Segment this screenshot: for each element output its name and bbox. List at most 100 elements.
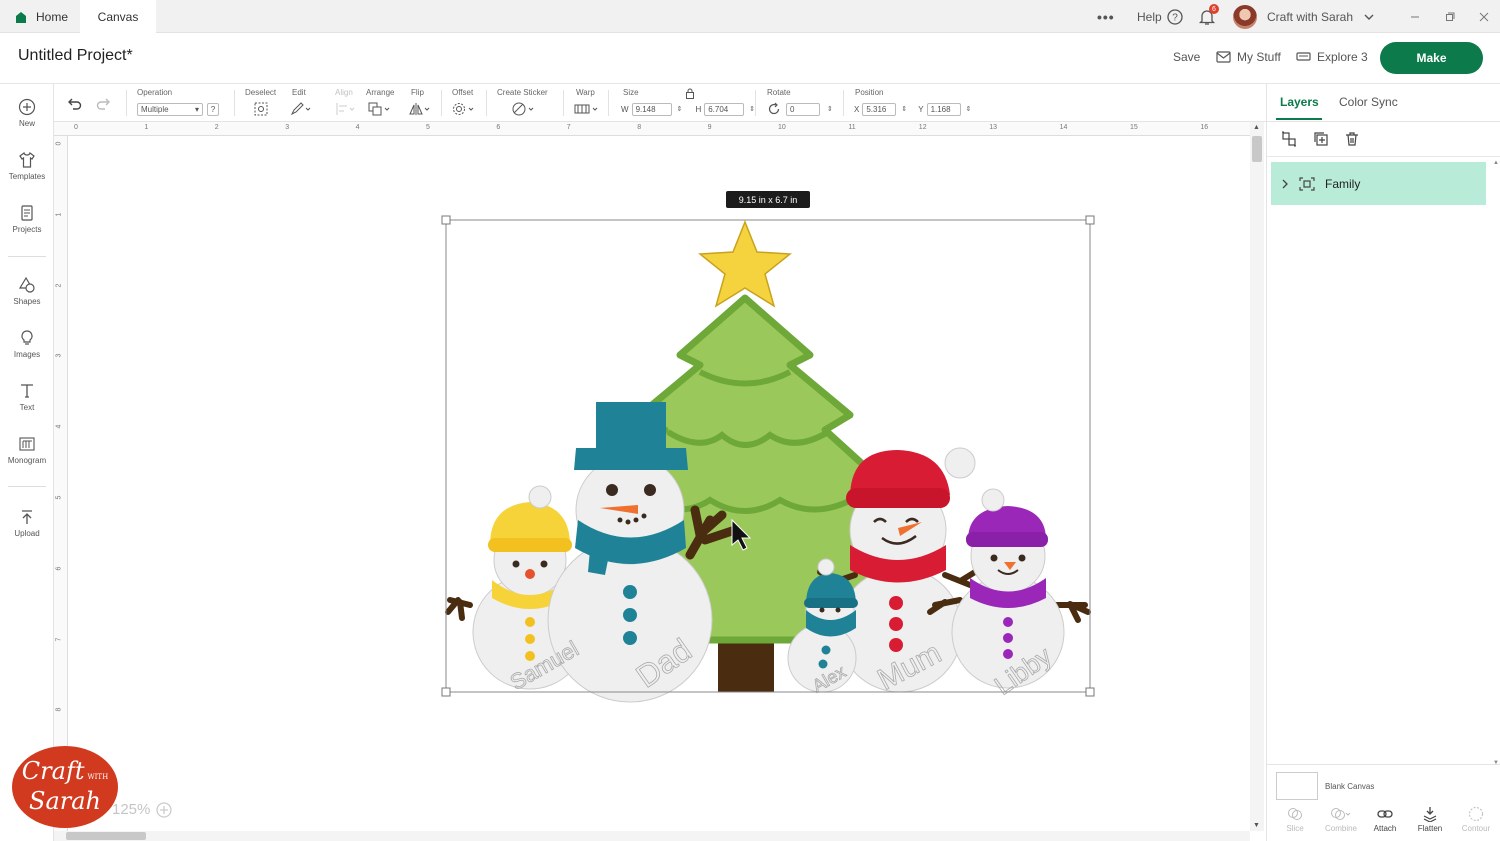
edit-label: Edit <box>292 88 306 97</box>
sidebar-item-monogram[interactable]: Monogram <box>0 435 54 465</box>
tab-layers-label: Layers <box>1280 95 1319 109</box>
offset-icon <box>453 103 474 115</box>
save-label: Save <box>1173 50 1201 64</box>
snowman-family-design[interactable]: Samuel Dad Alex Mum Libby <box>68 136 1250 831</box>
my-stuff-button[interactable]: My Stuff <box>1216 50 1281 64</box>
chevron-right-icon[interactable] <box>1281 179 1289 189</box>
vertical-scrollbar[interactable]: ▲ ▼ <box>1250 122 1264 831</box>
user-menu[interactable]: Craft with Sarah <box>1233 0 1375 33</box>
tab-color-sync-label: Color Sync <box>1339 95 1398 109</box>
sidebar-item-label: Projects <box>12 225 42 234</box>
width-stepper[interactable]: ⇕ <box>677 105 683 113</box>
minimize-icon <box>1411 16 1419 17</box>
scroll-down-arrow[interactable]: ▼ <box>1253 822 1260 829</box>
sidebar-item-images[interactable]: Images <box>0 329 54 359</box>
redo-icon <box>96 98 110 110</box>
y-input[interactable]: 1.168 <box>926 102 961 116</box>
layer-name: Family <box>1325 176 1361 191</box>
minimize-button[interactable] <box>1410 0 1420 33</box>
blank-canvas-swatch[interactable] <box>1276 772 1318 800</box>
toolbar-divider <box>486 90 487 116</box>
make-button[interactable]: Make <box>1380 42 1483 74</box>
redo-button[interactable] <box>96 88 112 118</box>
lock-icon[interactable] <box>685 88 695 99</box>
trash-icon[interactable] <box>1344 131 1360 147</box>
height-input[interactable]: 6.704 <box>704 102 745 116</box>
attach-label: Attach <box>1373 824 1397 833</box>
contour-label: Contour <box>1461 824 1491 833</box>
operation-help-button[interactable]: ? <box>207 102 219 116</box>
undo-button[interactable] <box>66 88 82 118</box>
sidebar-item-projects[interactable]: Projects <box>0 204 54 234</box>
left-sidebar: New Templates Projects Shapes Images Tex… <box>0 84 54 841</box>
resize-handle[interactable] <box>441 215 451 225</box>
sidebar-item-new[interactable]: New <box>0 98 54 128</box>
attach-button[interactable]: Attach <box>1365 806 1405 833</box>
tab-color-sync[interactable]: Color Sync <box>1339 95 1398 109</box>
scroll-up-arrow[interactable]: ▲ <box>1491 160 1500 166</box>
horizontal-ruler: 0 1 2 3 4 5 6 7 8 9 10 11 12 13 14 15 16 <box>54 122 1250 136</box>
scroll-down-arrow[interactable]: ▼ <box>1491 760 1500 766</box>
lightbulb-icon <box>21 330 33 345</box>
y-stepper[interactable]: ⇕ <box>966 105 972 113</box>
sidebar-item-upload[interactable]: Upload <box>0 508 54 538</box>
rotate-input[interactable]: 0 <box>786 102 820 116</box>
ruler-number: 6 <box>496 124 501 131</box>
more-options-button[interactable]: ••• <box>1097 0 1115 33</box>
restore-button[interactable] <box>1445 0 1455 33</box>
warp-icon <box>574 104 598 114</box>
deselect-label: Deselect <box>245 88 277 97</box>
sidebar-item-templates[interactable]: Templates <box>0 151 54 181</box>
pencil-icon <box>290 102 311 116</box>
layer-item-family[interactable]: Family <box>1271 162 1486 205</box>
project-title[interactable]: Untitled Project* <box>18 47 133 65</box>
rotate-stepper[interactable]: ⇕ <box>827 105 833 113</box>
help-button[interactable]: Help ? <box>1137 0 1183 33</box>
machine-icon <box>1296 52 1311 61</box>
width-label: W <box>621 104 629 114</box>
restore-icon <box>1446 12 1455 21</box>
group-icon[interactable] <box>1281 131 1297 147</box>
offset-label: Offset <box>452 88 474 97</box>
sidebar-item-label: Shapes <box>13 297 41 306</box>
duplicate-icon[interactable] <box>1313 131 1329 147</box>
layers-scrollbar[interactable]: ▲ ▼ <box>1491 160 1500 766</box>
shapes-icon <box>18 276 35 293</box>
notifications-button[interactable]: 6 <box>1198 0 1219 33</box>
design-canvas[interactable]: Samuel Dad Alex Mum Libby <box>68 136 1250 831</box>
combine-label: Combine <box>1324 824 1357 833</box>
slice-button[interactable]: Slice <box>1275 806 1315 833</box>
envelope-icon <box>1216 51 1231 63</box>
close-button[interactable] <box>1479 0 1489 33</box>
tab-layers[interactable]: Layers <box>1276 95 1322 120</box>
flatten-button[interactable]: Flatten <box>1410 806 1450 833</box>
scroll-up-arrow[interactable]: ▲ <box>1253 124 1260 131</box>
user-name: Craft with Sarah <box>1267 9 1354 24</box>
combine-button[interactable]: Combine <box>1321 806 1361 833</box>
x-input[interactable]: 5.316 <box>862 102 897 116</box>
tab-home[interactable]: Home <box>0 0 80 33</box>
align-label: Align <box>335 88 353 97</box>
resize-handle[interactable] <box>1085 687 1095 697</box>
machine-select[interactable]: Explore 3 <box>1296 50 1368 64</box>
tab-canvas[interactable]: Canvas <box>80 0 156 33</box>
ruler-number: 12 <box>918 124 927 131</box>
resize-handle[interactable] <box>441 687 451 697</box>
height-label: H <box>695 104 702 114</box>
x-stepper[interactable]: ⇕ <box>901 105 907 113</box>
save-button[interactable]: Save <box>1173 50 1200 64</box>
resize-handle[interactable] <box>1085 215 1095 225</box>
sidebar-item-text[interactable]: Text <box>0 382 54 412</box>
size-group: Size W 9.148 ⇕ H 6.704 ⇕ <box>621 88 755 118</box>
ruler-number: 4 <box>55 424 63 429</box>
ruler-number: 4 <box>355 124 360 131</box>
sidebar-item-shapes[interactable]: Shapes <box>0 276 54 306</box>
contour-button[interactable]: Contour <box>1456 806 1496 833</box>
width-input[interactable]: 9.148 <box>631 102 672 116</box>
scrollbar-thumb[interactable] <box>66 832 146 840</box>
scrollbar-thumb[interactable] <box>1252 136 1262 162</box>
ruler-number: 15 <box>1130 124 1138 131</box>
horizontal-scrollbar[interactable] <box>54 831 1250 841</box>
operation-select[interactable]: Multiple ▾ <box>137 102 203 116</box>
zoom-in-icon[interactable] <box>156 801 173 818</box>
